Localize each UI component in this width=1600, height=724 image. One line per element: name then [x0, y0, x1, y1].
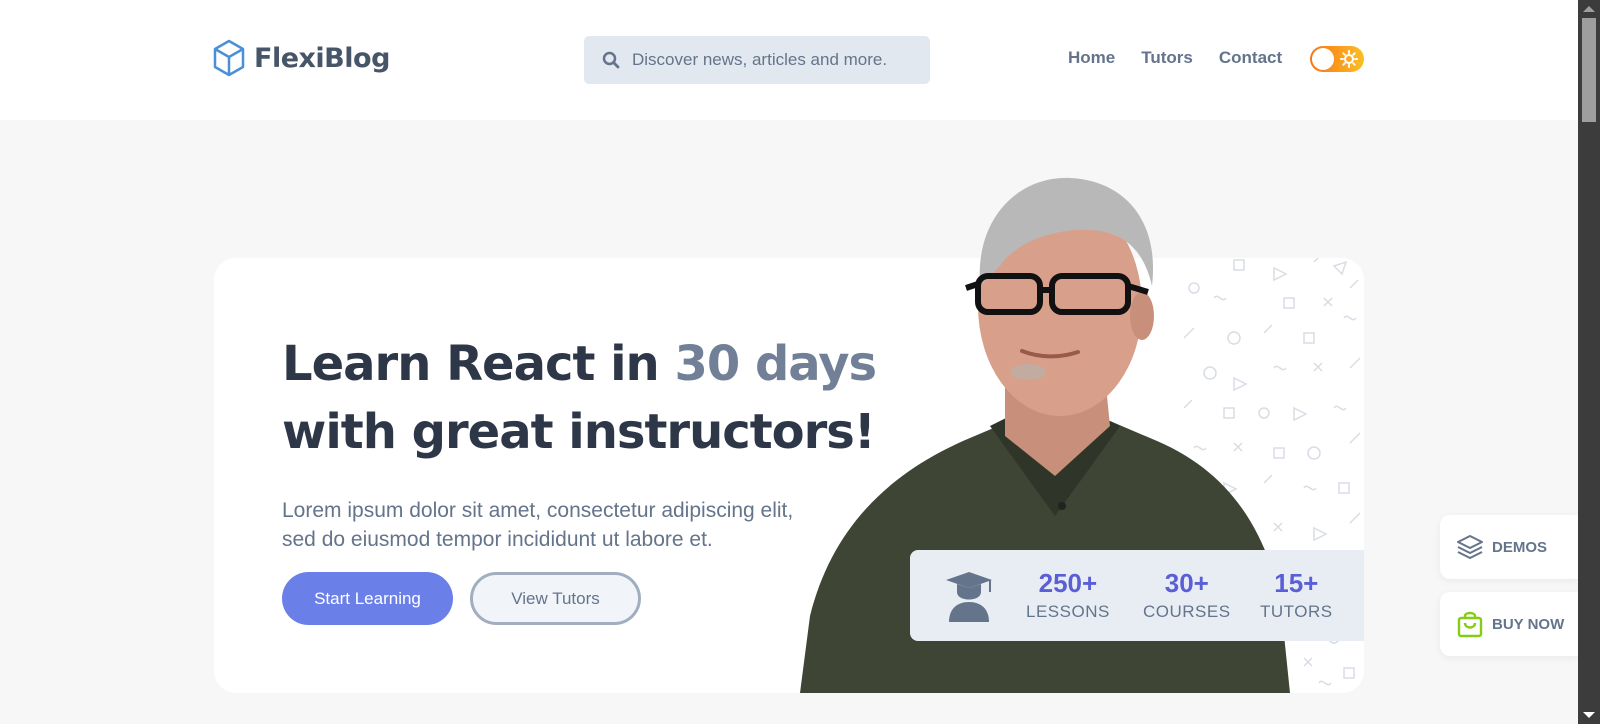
site-header: FlexiBlog Discover news, articles and mo… — [0, 0, 1578, 120]
stat-label: LESSONS — [1026, 602, 1110, 621]
stat-courses: 30+ COURSES — [1143, 568, 1231, 622]
view-tutors-button[interactable]: View Tutors — [470, 572, 641, 625]
hero-description: Lorem ipsum dolor sit amet, consectetur … — [282, 496, 852, 554]
stat-tutors: 15+ TUTORS — [1260, 568, 1333, 622]
start-learning-button[interactable]: Start Learning — [282, 572, 453, 625]
toggle-knob — [1312, 48, 1334, 70]
graduate-icon — [946, 571, 992, 622]
buy-now-button[interactable]: BUY NOW — [1440, 592, 1578, 656]
scroll-up-arrow[interactable] — [1583, 6, 1595, 12]
headline-part1: Learn React in — [282, 336, 675, 392]
sun-icon — [1340, 50, 1358, 68]
search-bar[interactable]: Discover news, articles and more. — [584, 36, 930, 84]
lede-line2: sed do eiusmod tempor incididunt ut labo… — [282, 528, 713, 551]
cube-logo-icon — [213, 39, 245, 77]
stat-lessons: 250+ LESSONS — [1026, 568, 1110, 622]
demos-label: DEMOS — [1492, 538, 1548, 556]
search-input[interactable]: Discover news, articles and more. — [632, 50, 887, 70]
nav-contact[interactable]: Contact — [1219, 48, 1282, 68]
lede-line1: Lorem ipsum dolor sit amet, consectetur … — [282, 499, 794, 522]
main-nav: Home Tutors Contact — [1068, 48, 1282, 68]
stat-value: 250+ — [1038, 568, 1098, 598]
shopping-bag-icon — [1457, 611, 1483, 638]
scroll-thumb[interactable] — [1582, 18, 1596, 122]
theme-toggle[interactable] — [1310, 46, 1364, 72]
hero-headline: Learn React in 30 days with great instru… — [282, 330, 877, 466]
stat-value: 15+ — [1274, 568, 1319, 598]
scroll-down-arrow[interactable] — [1583, 712, 1595, 718]
stats-panel: 250+ LESSONS 30+ COURSES 15+ TUTORS — [910, 550, 1364, 641]
stat-label: TUTORS — [1260, 602, 1333, 621]
nav-tutors[interactable]: Tutors — [1141, 48, 1193, 68]
layers-icon — [1457, 535, 1483, 559]
stat-label: COURSES — [1143, 602, 1231, 621]
search-icon — [602, 51, 620, 69]
headline-part2: with great instructors! — [282, 404, 876, 460]
buy-now-label: BUY NOW — [1492, 615, 1565, 633]
demos-button[interactable]: DEMOS — [1440, 515, 1578, 579]
brand-name: FlexiBlog — [254, 42, 390, 74]
page-scrollbar[interactable] — [1578, 0, 1600, 724]
nav-home[interactable]: Home — [1068, 48, 1115, 68]
stat-value: 30+ — [1164, 568, 1209, 598]
brand-logo[interactable]: FlexiBlog — [212, 39, 390, 77]
